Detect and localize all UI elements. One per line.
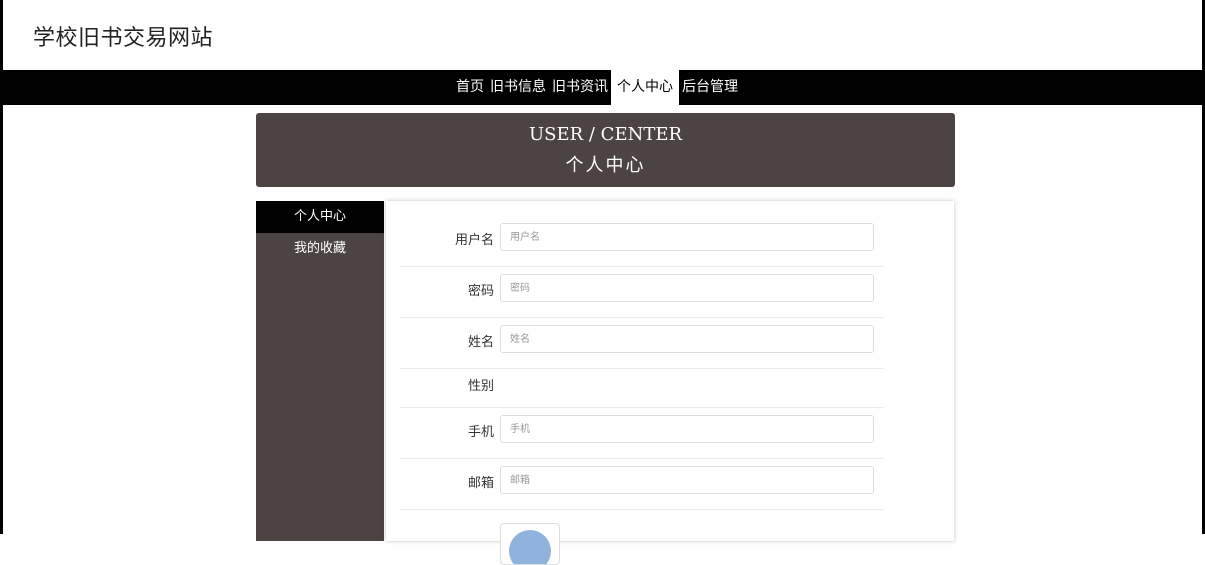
- nav-item-user-center[interactable]: 个人中心: [611, 70, 679, 105]
- form-row-name: 姓名: [400, 318, 884, 369]
- sidebar: 个人中心 我的收藏: [256, 201, 384, 541]
- nav-item-home[interactable]: 首页: [453, 70, 487, 105]
- avatar-upload[interactable]: [500, 523, 560, 565]
- user-avatar-icon: [509, 530, 551, 564]
- username-input[interactable]: [500, 223, 874, 251]
- phone-input[interactable]: [500, 415, 874, 443]
- name-label: 姓名: [467, 335, 494, 350]
- form-row-email: 邮箱: [400, 459, 884, 510]
- site-header: 学校旧书交易网站: [3, 0, 1202, 70]
- email-input[interactable]: [500, 466, 874, 494]
- site-title: 学校旧书交易网站: [33, 26, 214, 51]
- page-banner: USER / CENTER 个人中心: [256, 113, 955, 187]
- nav-item-book-news[interactable]: 旧书资讯: [549, 70, 611, 105]
- main-nav: 首页 旧书信息 旧书资讯 个人中心 后台管理: [3, 70, 1202, 105]
- password-label: 密码: [467, 284, 494, 299]
- form-row-phone: 手机: [400, 408, 884, 459]
- nav-item-book-info[interactable]: 旧书信息: [487, 70, 549, 105]
- sidebar-item-favorites[interactable]: 我的收藏: [256, 233, 384, 265]
- gender-label: 性别: [467, 379, 494, 394]
- profile-form-panel: 用户名 密码 姓名 性别 手机 邮箱: [386, 201, 954, 565]
- form-row-password: 密码: [400, 267, 884, 318]
- banner-title-en: USER / CENTER: [528, 124, 683, 145]
- banner-title-cn: 个人中心: [565, 155, 646, 176]
- nav-items: 首页 旧书信息 旧书资讯 个人中心 后台管理: [453, 70, 741, 105]
- form-row-username: 用户名: [400, 216, 884, 267]
- email-label: 邮箱: [467, 476, 494, 491]
- username-label: 用户名: [454, 233, 494, 248]
- name-input[interactable]: [500, 325, 874, 353]
- sidebar-item-user-center[interactable]: 个人中心: [256, 201, 384, 233]
- phone-label: 手机: [467, 425, 494, 440]
- form-row-gender: 性别: [400, 369, 884, 408]
- password-input[interactable]: [500, 274, 874, 302]
- nav-item-admin[interactable]: 后台管理: [679, 70, 741, 105]
